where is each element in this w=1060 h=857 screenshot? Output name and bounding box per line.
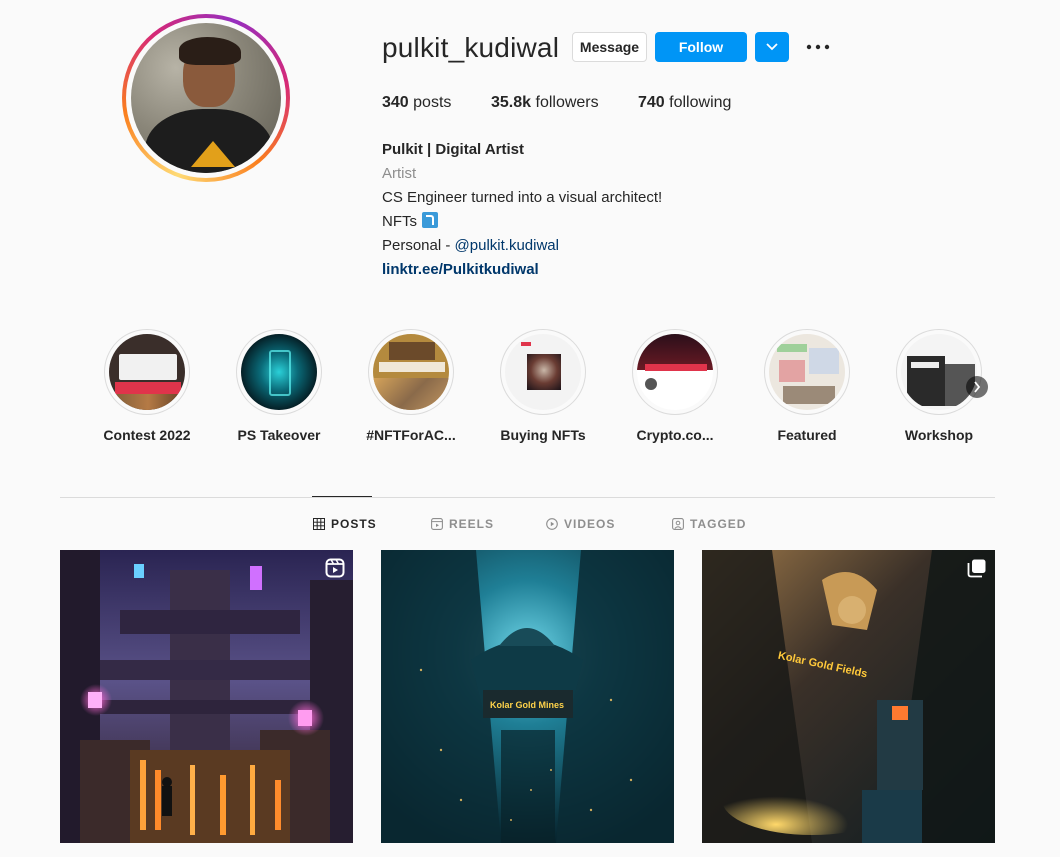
tagged-icon — [672, 518, 684, 530]
post-image: Kolar Gold Mines — [381, 550, 674, 843]
story-highlights: Contest 2022 PS Takeover #NFTForAC... Bu… — [80, 329, 1010, 449]
tab-reels[interactable]: REELS — [431, 517, 546, 531]
profile-username: pulkit_kudiwal — [382, 32, 560, 63]
tab-tagged[interactable]: TAGGED — [672, 517, 746, 531]
highlight-label: Featured — [777, 427, 837, 443]
full-name: Pulkit | Digital Artist — [382, 141, 524, 158]
active-tab-indicator — [312, 496, 372, 497]
following-stat[interactable]: 740 following — [638, 94, 731, 112]
highlight-nftforac[interactable]: #NFTForAC... — [344, 329, 478, 443]
reel-icon — [325, 558, 345, 578]
highlight-crypto[interactable]: Crypto.co... — [608, 329, 742, 443]
highlight-ps-takeover[interactable]: PS Takeover — [212, 329, 346, 443]
category-label: Artist — [382, 165, 417, 182]
profile-page: pulkit_kudiwal Message Follow 340 posts … — [0, 0, 1060, 857]
post-tile[interactable]: Kolar Gold Mines — [381, 550, 674, 843]
highlight-label: PS Takeover — [237, 427, 321, 443]
highlight-cover — [901, 334, 977, 410]
avatar — [131, 23, 281, 173]
carousel-icon — [967, 559, 986, 578]
tab-videos[interactable]: VIDEOS — [546, 517, 672, 531]
chevron-right-icon — [974, 381, 981, 393]
profile-stats: 340 posts 35.8k followers 740 following — [382, 94, 731, 112]
post-image: Kolar Gold Fields — [702, 550, 995, 843]
followers-stat[interactable]: 35.8k followers — [491, 94, 638, 112]
website-link[interactable]: linktr.ee/Pulkitkudiwal — [382, 258, 662, 282]
bio-line-nfts: NFTs — [382, 210, 662, 234]
highlight-cover — [505, 334, 581, 410]
post-sign-text: Kolar Gold Mines — [490, 700, 564, 710]
post-tile[interactable]: Kolar Gold Fields — [702, 550, 995, 843]
mention-link[interactable]: @pulkit.kudiwal — [455, 237, 559, 254]
post-tile[interactable] — [60, 550, 353, 843]
arrow-down-right-icon — [422, 212, 438, 228]
posts-stat: 340 posts — [382, 94, 452, 111]
more-icon — [806, 44, 830, 50]
post-image — [60, 550, 353, 843]
highlight-label: Buying NFTs — [500, 427, 586, 443]
grid-icon — [313, 518, 325, 530]
tabs-divider — [60, 497, 995, 498]
highlights-next-button[interactable] — [966, 376, 988, 398]
highlight-cover — [373, 334, 449, 410]
play-icon — [546, 518, 558, 530]
profile-tabs: POSTS REELS VIDEOS TAGGED — [313, 517, 746, 531]
follow-button[interactable]: Follow — [655, 32, 747, 62]
highlight-label: Crypto.co... — [636, 427, 714, 443]
reels-icon — [431, 518, 443, 530]
highlight-label: Contest 2022 — [103, 427, 191, 443]
highlight-cover — [241, 334, 317, 410]
highlight-featured[interactable]: Featured — [740, 329, 874, 443]
highlight-cover — [637, 334, 713, 410]
profile-avatar-ring[interactable] — [122, 14, 290, 182]
bio-line-personal: Personal - @pulkit.kudiwal — [382, 237, 559, 254]
chevron-down-icon — [766, 43, 778, 51]
highlight-cover — [109, 334, 185, 410]
tab-posts[interactable]: POSTS — [313, 517, 431, 531]
message-button[interactable]: Message — [572, 32, 647, 62]
highlight-contest-2022[interactable]: Contest 2022 — [80, 329, 214, 443]
suggested-accounts-button[interactable] — [755, 32, 789, 62]
highlight-cover — [769, 334, 845, 410]
highlight-label: Workshop — [904, 427, 974, 443]
more-options-button[interactable] — [804, 34, 832, 60]
highlight-buying-nfts[interactable]: Buying NFTs — [476, 329, 610, 443]
bio-line: CS Engineer turned into a visual archite… — [382, 189, 663, 206]
profile-bio: Pulkit | Digital Artist Artist CS Engine… — [382, 138, 662, 282]
highlight-label: #NFTForAC... — [366, 427, 456, 443]
